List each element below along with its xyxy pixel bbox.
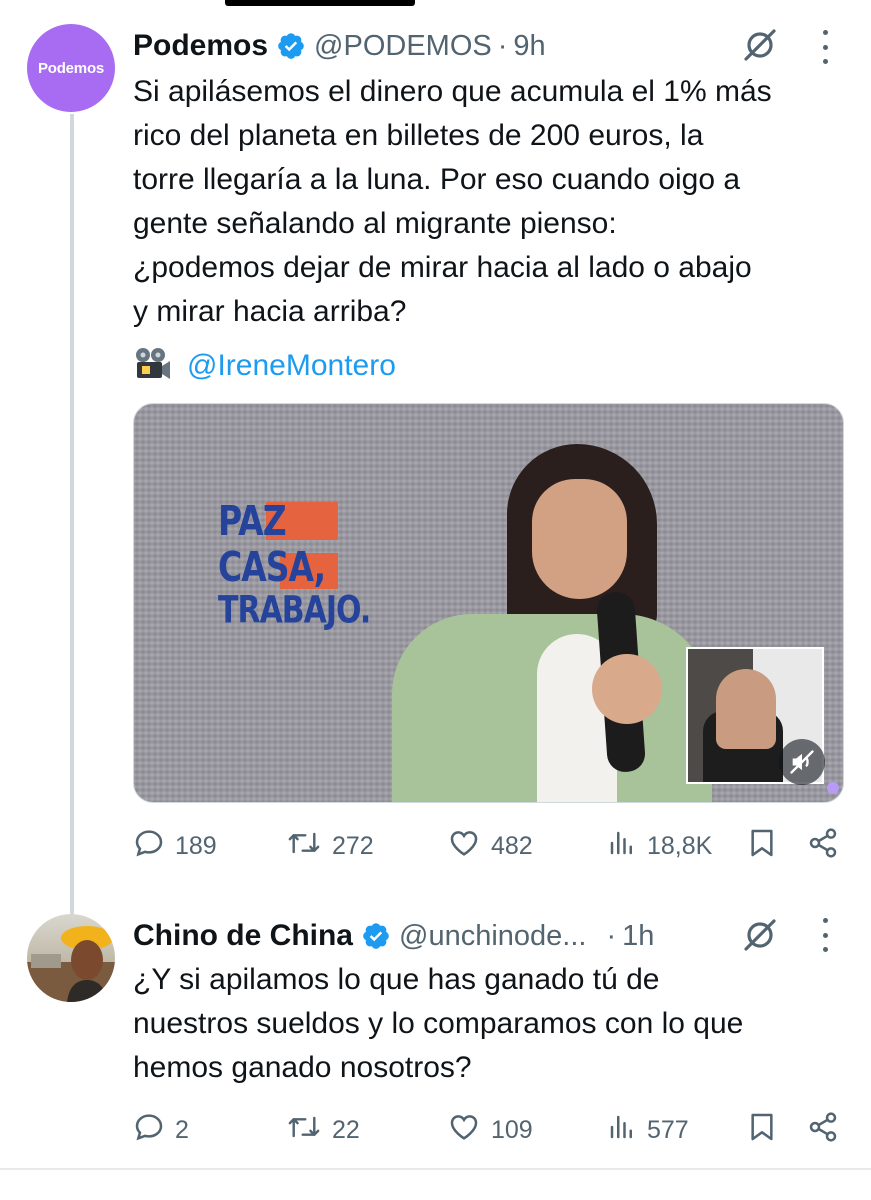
- tweet-header: Podemos @PODEMOS · 9h: [133, 26, 546, 66]
- thread-line: [70, 114, 74, 918]
- mention-row: @IreneMontero: [133, 346, 396, 386]
- retweet-icon: [286, 1111, 322, 1150]
- like-count: 109: [491, 1115, 533, 1144]
- reply-button[interactable]: 189: [133, 826, 217, 866]
- author-handle[interactable]: @PODEMOS: [314, 30, 492, 63]
- like-icon: [447, 1111, 481, 1150]
- views-icon: [607, 1111, 637, 1150]
- timestamp[interactable]: 1h: [622, 920, 654, 953]
- views-button[interactable]: 577: [607, 1110, 689, 1150]
- retweet-icon: [286, 827, 322, 866]
- status-notch: [225, 0, 415, 6]
- share-icon: [807, 1111, 839, 1150]
- avatar-label: Podemos: [37, 59, 105, 77]
- divider: [0, 1168, 871, 1170]
- views-icon: [607, 827, 637, 866]
- reply-button[interactable]: 2: [133, 1110, 189, 1150]
- author-handle[interactable]: @unchinode...: [399, 920, 586, 953]
- bookmark-button[interactable]: [746, 826, 778, 866]
- tweet-actions: 2 22 109 577: [133, 1110, 845, 1150]
- logo-line-1: PAZ: [218, 496, 287, 545]
- views-button[interactable]: 18,8K: [607, 826, 712, 866]
- tweet-text: ¿Y si apilamos lo que has ganado tú de n…: [133, 963, 744, 1084]
- retweet-button[interactable]: 22: [286, 1110, 360, 1150]
- reply-count: 2: [175, 1115, 189, 1144]
- timestamp[interactable]: 9h: [513, 30, 545, 63]
- like-button[interactable]: 482: [447, 826, 533, 866]
- logo-line-3: TRABAJO.: [218, 588, 371, 633]
- views-count: 18,8K: [647, 831, 713, 860]
- verified-badge-icon: [276, 31, 306, 61]
- reply-icon: [133, 827, 165, 866]
- speaker-figure: [392, 434, 712, 802]
- bookmark-button[interactable]: [746, 1110, 778, 1150]
- share-icon: [807, 827, 839, 866]
- reply-icon: [133, 1111, 165, 1150]
- retweet-count: 22: [332, 1115, 360, 1144]
- tweet-text: Si apilásemos el dinero que acumula el 1…: [133, 75, 772, 328]
- author-name[interactable]: Podemos: [133, 29, 268, 63]
- retweet-button[interactable]: 272: [286, 826, 374, 866]
- tweet-reply-chino[interactable]: Chino de China @unchinode... · 1h ¿Y si …: [0, 906, 871, 1168]
- mute-icon[interactable]: [779, 739, 825, 785]
- film-projector-icon: [133, 346, 171, 387]
- progress-indicator: [827, 782, 839, 794]
- views-count: 577: [647, 1115, 689, 1144]
- share-button[interactable]: [807, 826, 839, 866]
- bookmark-icon: [746, 1111, 778, 1150]
- separator-dot: ·: [606, 919, 617, 952]
- retweet-count: 272: [332, 831, 374, 860]
- mention-link[interactable]: @IreneMontero: [187, 349, 396, 383]
- more-icon[interactable]: [820, 918, 830, 952]
- bookmark-icon: [746, 827, 778, 866]
- like-icon: [447, 827, 481, 866]
- logo-line-2: CASA,: [218, 542, 326, 591]
- separator-dot: ·: [497, 29, 508, 62]
- tweet-podemos[interactable]: Podemos Podemos @PODEMOS · 9h Si apiláse…: [0, 18, 871, 918]
- reply-count: 189: [175, 831, 217, 860]
- grok-icon[interactable]: [740, 914, 780, 954]
- backdrop-logo: PAZ CASA, TRABAJO.: [218, 496, 371, 637]
- avatar[interactable]: [27, 914, 115, 1002]
- video-player[interactable]: PAZ CASA, TRABAJO.: [133, 403, 844, 803]
- like-count: 482: [491, 831, 533, 860]
- avatar[interactable]: Podemos: [27, 24, 115, 112]
- more-icon[interactable]: [820, 30, 830, 64]
- avatar-photo: [27, 926, 115, 1002]
- author-name[interactable]: Chino de China: [133, 919, 353, 953]
- verified-badge-icon: [361, 921, 391, 951]
- tweet-actions: 189 272 482 18,8K: [133, 826, 845, 866]
- tweet-header: Chino de China @unchinode... · 1h: [133, 916, 654, 956]
- like-button[interactable]: 109: [447, 1110, 533, 1150]
- grok-icon[interactable]: [740, 24, 780, 64]
- share-button[interactable]: [807, 1110, 839, 1150]
